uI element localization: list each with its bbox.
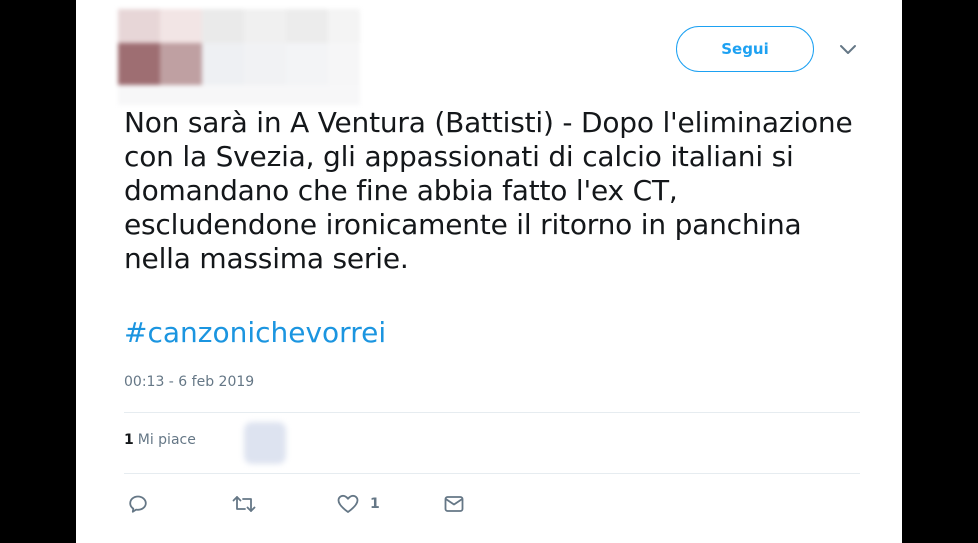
heart-icon (336, 492, 360, 516)
message-icon (442, 492, 466, 516)
tweet-card: Segui Non sarà in A Ventura (Battisti) -… (76, 0, 902, 543)
divider (124, 473, 860, 474)
like-button[interactable]: 1 (336, 490, 380, 518)
reply-icon (126, 492, 150, 516)
retweet-icon (231, 492, 257, 516)
retweet-button[interactable] (231, 490, 257, 518)
follow-button[interactable]: Segui (676, 26, 814, 72)
like-count: 1 (370, 496, 380, 512)
likes-count: 1 (124, 432, 134, 448)
tweet-timestamp[interactable]: 00:13 - 6 feb 2019 (124, 374, 254, 390)
likes-label: Mi piace (137, 432, 196, 448)
avatar[interactable] (118, 43, 160, 85)
chevron-down-icon[interactable] (838, 42, 858, 56)
hashtag-link[interactable]: #canzonichevorrei (124, 316, 386, 350)
redacted-author-info (118, 9, 360, 105)
divider (124, 412, 860, 413)
tweet-text: Non sarà in A Ventura (Battisti) - Dopo … (124, 106, 853, 275)
reply-button[interactable] (126, 490, 150, 518)
liker-avatar[interactable] (244, 422, 286, 464)
direct-message-button[interactable] (442, 490, 466, 518)
likes-summary[interactable]: 1 Mi piace (124, 432, 196, 448)
